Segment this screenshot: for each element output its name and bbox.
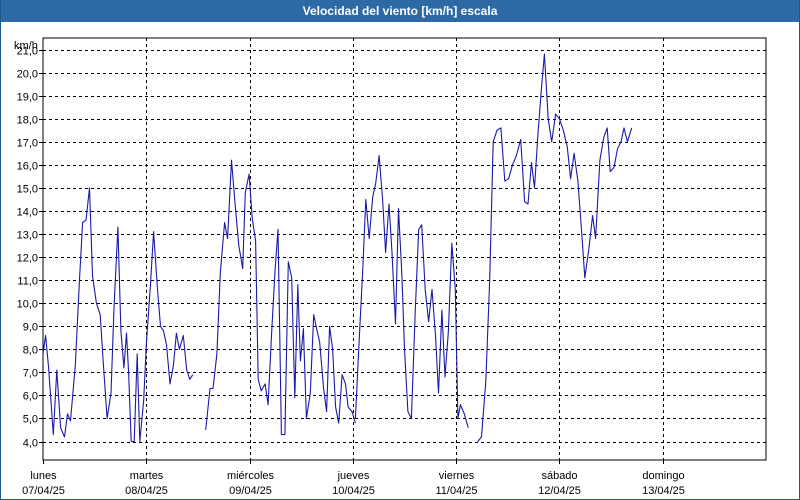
- wind-speed-line: [205, 159, 356, 436]
- y-tick-label: 15,0: [17, 184, 38, 196]
- x-tick-date-label: 07/04/25: [22, 485, 65, 497]
- x-tick-day-label: jueves: [337, 470, 370, 482]
- x-tick-day-label: lunes: [30, 470, 57, 482]
- x-tick-day-label: miércoles: [227, 470, 275, 482]
- y-tick-label: 20,0: [17, 69, 38, 81]
- y-tick-label: 17,0: [17, 138, 38, 150]
- y-tick-label: 6,0: [23, 391, 38, 403]
- wind-speed-chart: 4,0 5,0 6,0 7,0 8,0 9,0 10,0 11,0 12,0 13,0 14,0 15…: [14, 37, 767, 497]
- y-tick-label: 8,0: [23, 345, 38, 357]
- y-tick-label: 14,0: [17, 207, 38, 219]
- x-tick-date-label: 08/04/25: [125, 485, 168, 497]
- chart-window: Velocidad del viento [km/h] escala 4,0 5,…: [0, 0, 800, 500]
- x-tick-day-label: viernes: [439, 470, 475, 482]
- wind-speed-line: [42, 187, 194, 443]
- y-tick-label: 7,0: [23, 368, 38, 380]
- wind-speed-line: [354, 155, 469, 428]
- x-tick-day-label: martes: [130, 470, 164, 482]
- y-tick-label: 19,0: [17, 92, 38, 104]
- y-tick-label: 11,0: [17, 276, 38, 288]
- x-axis: lunes 07/04/25 martes 08/04/25 miércoles 09/0…: [22, 460, 685, 497]
- y-tick-label: 12,0: [17, 253, 38, 265]
- y-tick-label: 9,0: [23, 322, 38, 334]
- wind-speed-line: [477, 53, 633, 442]
- x-tick-day-label: domingo: [642, 470, 684, 482]
- y-tick-label: 5,0: [23, 414, 38, 426]
- y-tick-label: 13,0: [17, 230, 38, 242]
- plot-frame: [42, 37, 767, 461]
- x-tick-date-label: 13/04/25: [642, 485, 685, 497]
- x-tick-date-label: 12/04/25: [538, 485, 581, 497]
- y-tick-label: 16,0: [17, 161, 38, 173]
- x-tick-date-label: 10/04/25: [332, 485, 375, 497]
- y-tick-label: 4,0: [23, 438, 38, 450]
- series-layer: [42, 53, 633, 443]
- y-axis: 4,0 5,0 6,0 7,0 8,0 9,0 10,0 11,0 12,0 13,0 14,0 15…: [17, 46, 43, 450]
- y-tick-label: 10,0: [17, 299, 38, 311]
- grid: [43, 38, 766, 460]
- y-tick-label: 18,0: [17, 115, 38, 127]
- x-tick-date-label: 11/04/25: [435, 485, 477, 497]
- x-tick-day-label: sábado: [541, 470, 577, 482]
- x-tick-date-label: 09/04/25: [229, 485, 272, 497]
- y-axis-unit-label: km/h: [14, 40, 38, 52]
